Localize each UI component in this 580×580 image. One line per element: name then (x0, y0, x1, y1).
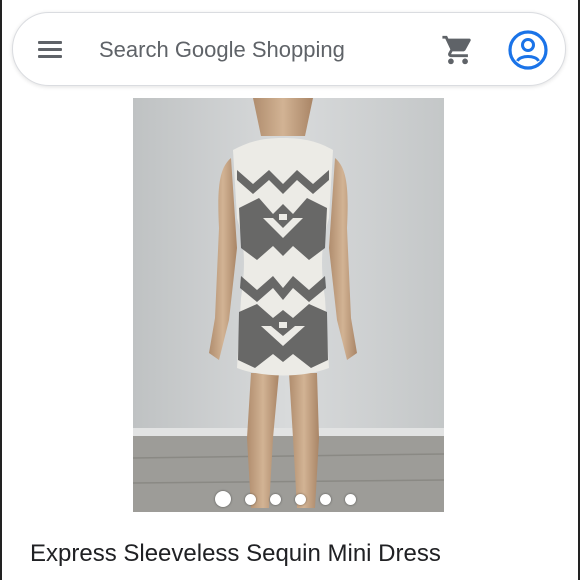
shopping-cart-icon[interactable] (441, 33, 475, 67)
carousel-dot[interactable] (245, 494, 256, 505)
carousel-dot[interactable] (295, 494, 306, 505)
product-title: Express Sleeveless Sequin Mini Dress (30, 540, 441, 567)
carousel-dot[interactable] (270, 494, 281, 505)
search-bar[interactable]: Search Google Shopping (12, 12, 566, 86)
product-image[interactable] (133, 98, 444, 512)
account-circle-icon[interactable] (507, 29, 549, 71)
carousel-dot[interactable] (320, 494, 331, 505)
menu-icon[interactable] (35, 35, 65, 65)
carousel-dot[interactable] (345, 494, 356, 505)
carousel-dot[interactable] (215, 491, 231, 507)
carousel-indicator[interactable] (215, 490, 365, 510)
search-input[interactable]: Search Google Shopping (99, 37, 345, 63)
